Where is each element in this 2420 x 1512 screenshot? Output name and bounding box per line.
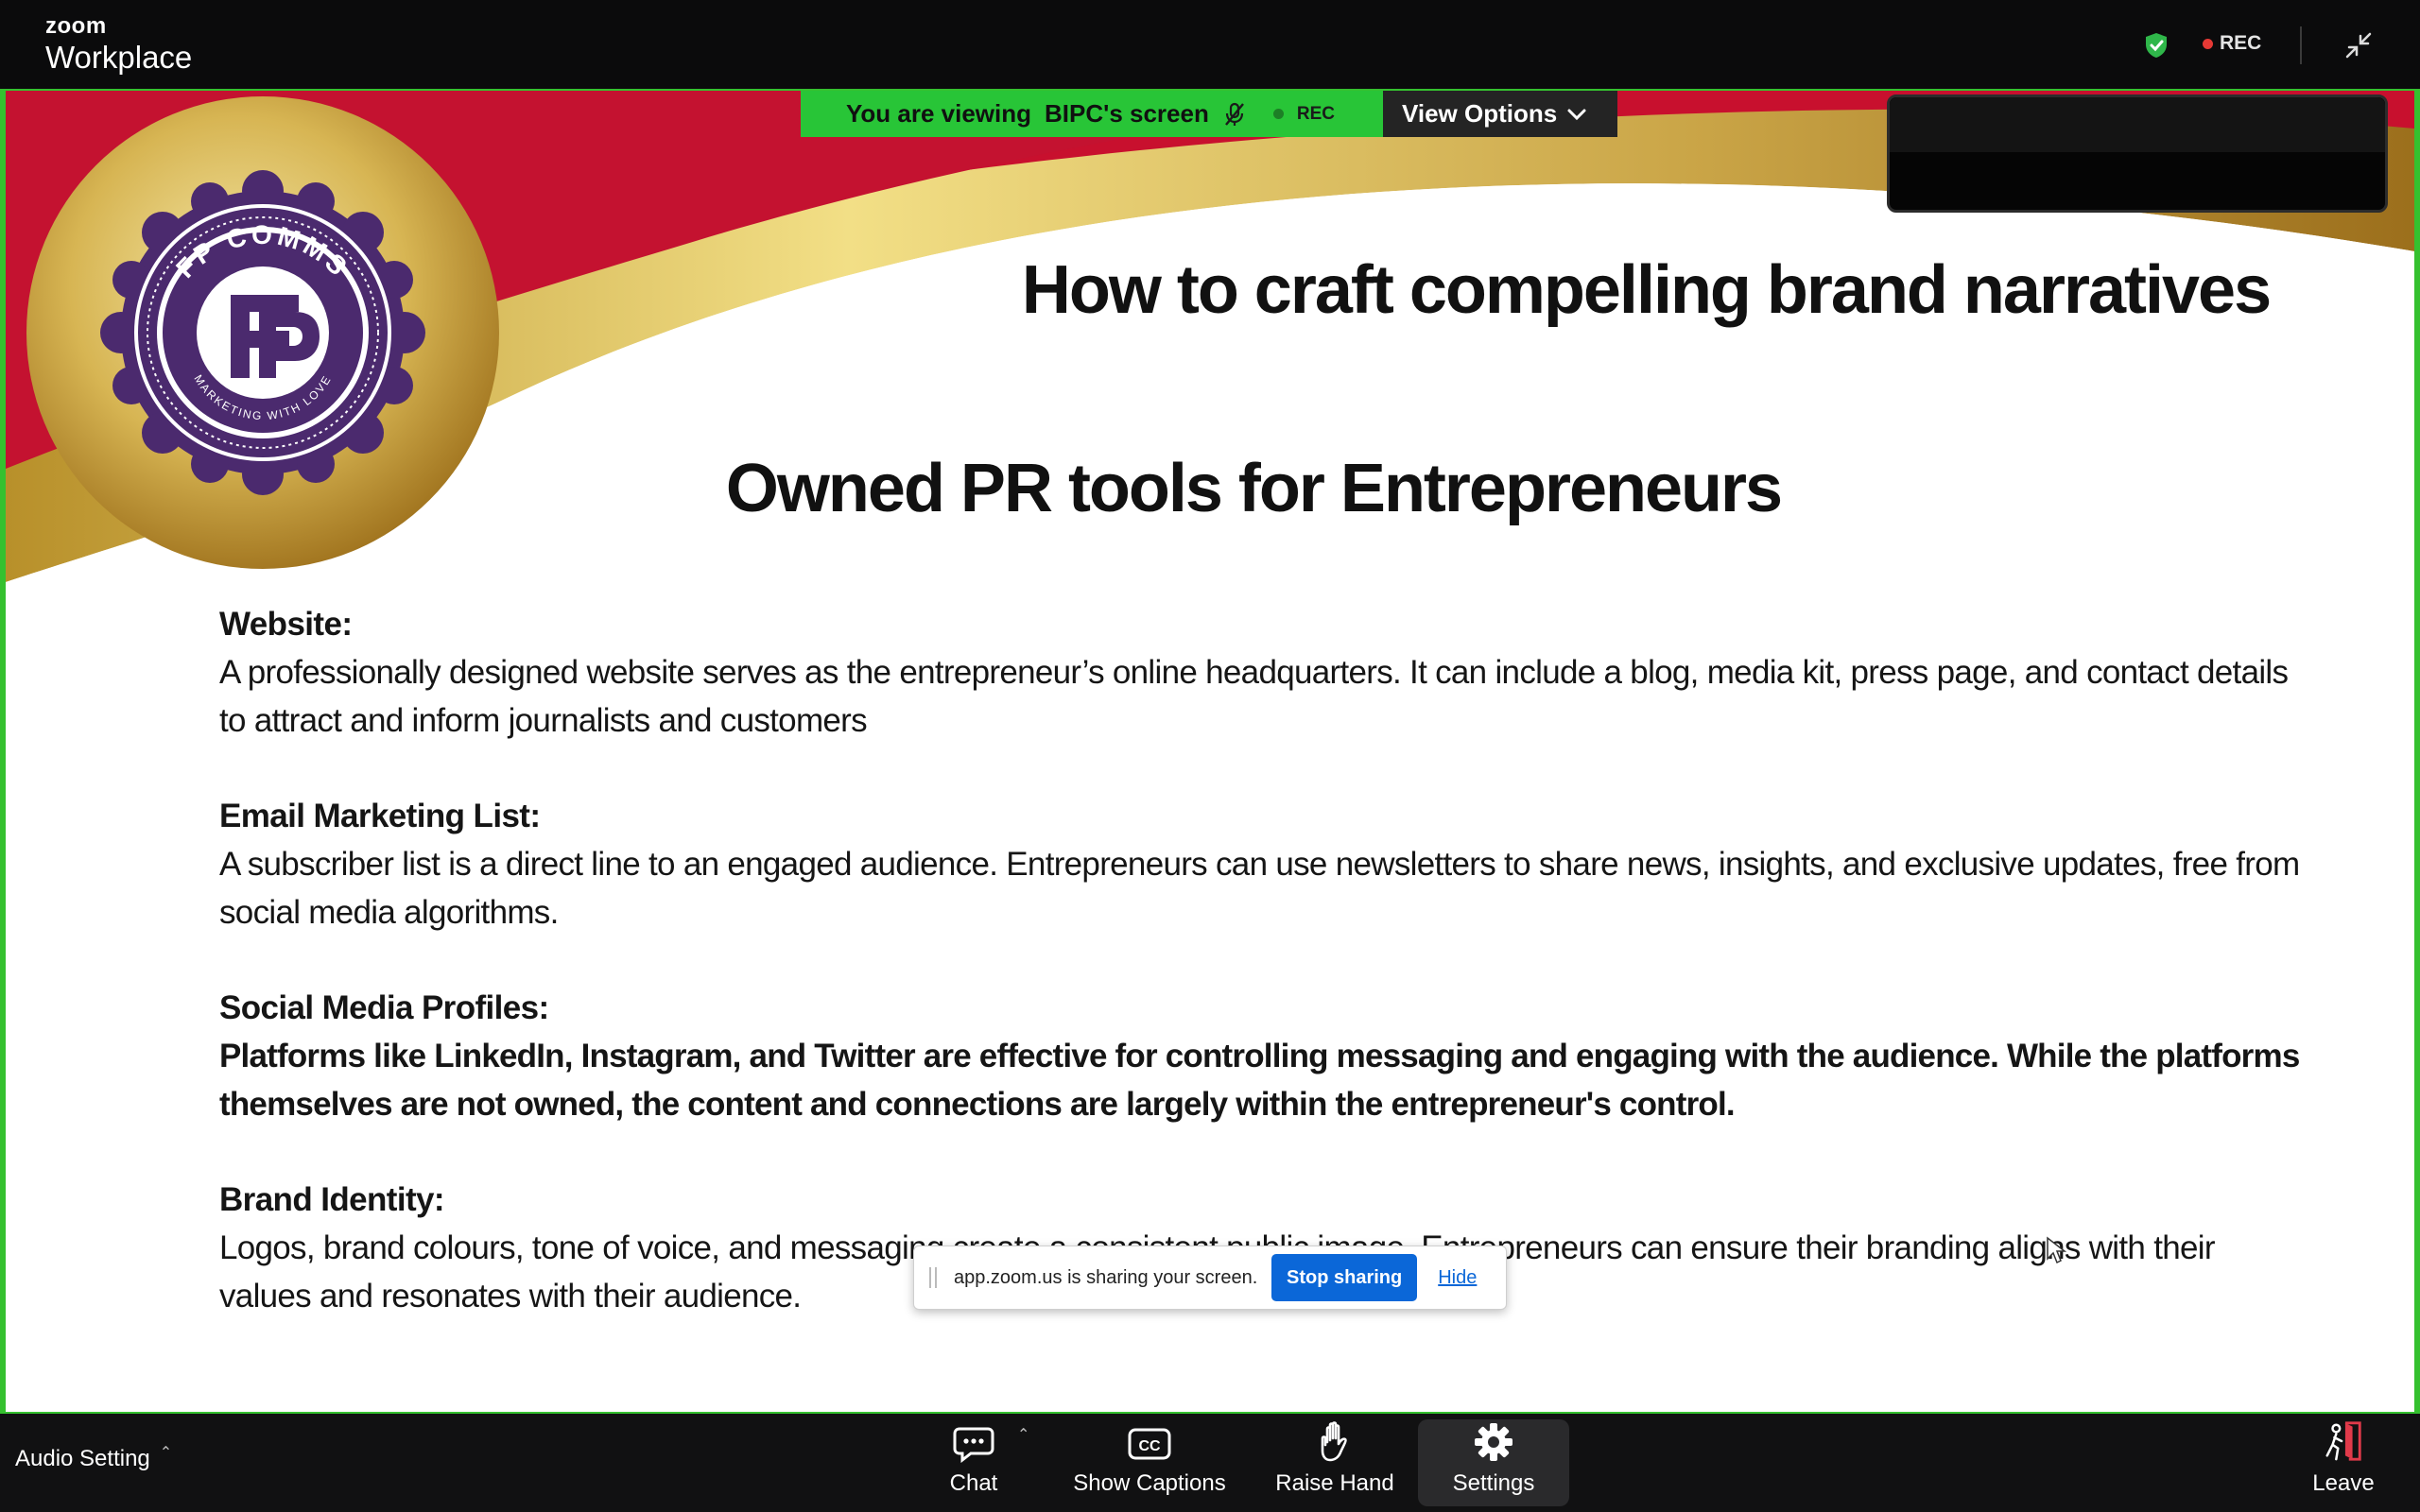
chevron-down-icon bbox=[1567, 109, 1586, 120]
list-item: Email Marketing List: A subscriber list … bbox=[219, 793, 2308, 936]
show-captions-label: Show Captions bbox=[1073, 1470, 1226, 1496]
audio-setting-label: Audio Setting bbox=[15, 1446, 150, 1471]
screen-sharing-popup: app.zoom.us is sharing your screen. Stop… bbox=[913, 1246, 1507, 1310]
fp-comms-logo: FP COMMS MARKETING WITH LOVE bbox=[26, 96, 499, 569]
recording-dot-icon bbox=[2203, 38, 2213, 49]
recording-indicator[interactable]: REC bbox=[2203, 32, 2261, 55]
item-heading: Website: bbox=[219, 606, 353, 643]
chat-label: Chat bbox=[949, 1470, 998, 1496]
view-options-label: View Options bbox=[1402, 99, 1558, 128]
list-item: Social Media Profiles: Platforms like Li… bbox=[219, 985, 2308, 1128]
slide-title: How to craft compelling brand narratives bbox=[1021, 252, 2272, 328]
shared-screen-area: FP COMMS MARKETING WITH LOVE How to craf… bbox=[0, 89, 2420, 1414]
leave-button[interactable]: Leave bbox=[2301, 1419, 2386, 1506]
shield-check-icon[interactable] bbox=[2142, 31, 2170, 60]
zoom-workplace-logo: zoom Workplace bbox=[45, 13, 193, 75]
list-item: Website: A professionally designed websi… bbox=[219, 601, 2308, 745]
brand-small: zoom bbox=[45, 13, 107, 39]
view-options-button[interactable]: View Options bbox=[1383, 91, 1617, 137]
settings-label: Settings bbox=[1452, 1470, 1535, 1496]
raise-hand-icon bbox=[1321, 1421, 1347, 1462]
caret-up-icon[interactable]: ⌃ bbox=[160, 1443, 172, 1462]
gear-icon bbox=[1475, 1423, 1512, 1461]
chat-button[interactable]: Chat bbox=[926, 1419, 1021, 1506]
item-body: A professionally designed website serves… bbox=[219, 654, 2289, 739]
minimize-icon[interactable] bbox=[2342, 28, 2376, 62]
viewing-label: You are viewing bbox=[846, 99, 1032, 128]
item-heading: Brand Identity: bbox=[219, 1181, 445, 1218]
leave-door-icon bbox=[2325, 1421, 2361, 1461]
presentation-slide: FP COMMS MARKETING WITH LOVE How to craf… bbox=[6, 91, 2414, 1412]
svg-text:CC: CC bbox=[1138, 1438, 1161, 1454]
chat-caret-up-icon[interactable]: ⌃ bbox=[1017, 1425, 1029, 1444]
show-captions-button[interactable]: CC Show Captions bbox=[1063, 1419, 1236, 1506]
video-tile-header bbox=[1890, 97, 2385, 152]
presenter-name: BIPC's screen bbox=[1045, 99, 1209, 128]
sharing-message: app.zoom.us is sharing your screen. bbox=[954, 1266, 1258, 1288]
slide-subtitle: Owned PR tools for Entrepreneurs bbox=[725, 451, 1783, 526]
brand-large: Workplace bbox=[45, 40, 193, 75]
raise-hand-label: Raise Hand bbox=[1275, 1470, 1394, 1496]
recording-label: REC bbox=[1296, 103, 1335, 124]
drag-handle[interactable] bbox=[929, 1267, 937, 1288]
viewing-screen-banner: You are viewing BIPC's screen REC View O… bbox=[801, 91, 1617, 137]
closed-captions-icon: CC bbox=[1128, 1428, 1171, 1460]
settings-button[interactable]: Settings bbox=[1418, 1419, 1569, 1506]
item-heading: Social Media Profiles: bbox=[219, 989, 549, 1026]
chat-icon bbox=[953, 1427, 994, 1463]
mouse-cursor-icon bbox=[2047, 1236, 2066, 1264]
divider bbox=[2300, 26, 2302, 64]
leave-label: Leave bbox=[2312, 1470, 2375, 1496]
muted-mic-icon bbox=[1224, 102, 1244, 126]
item-body: Platforms like LinkedIn, Instagram, and … bbox=[219, 1038, 2300, 1123]
recording-label: REC bbox=[2220, 32, 2262, 54]
top-bar: zoom Workplace REC bbox=[0, 0, 2420, 89]
audio-setting-button[interactable]: Audio Setting ⌃ bbox=[15, 1443, 172, 1472]
viewing-status: You are viewing BIPC's screen REC bbox=[801, 91, 1383, 137]
raise-hand-button[interactable]: Raise Hand bbox=[1269, 1419, 1401, 1506]
item-body: A subscriber list is a direct line to an… bbox=[219, 846, 2300, 931]
stop-sharing-button[interactable]: Stop sharing bbox=[1271, 1254, 1418, 1301]
participant-video-tile[interactable] bbox=[1887, 94, 2388, 213]
recording-dot-icon bbox=[1272, 109, 1284, 119]
hide-link[interactable]: Hide bbox=[1438, 1267, 1477, 1289]
item-heading: Email Marketing List: bbox=[219, 798, 541, 834]
